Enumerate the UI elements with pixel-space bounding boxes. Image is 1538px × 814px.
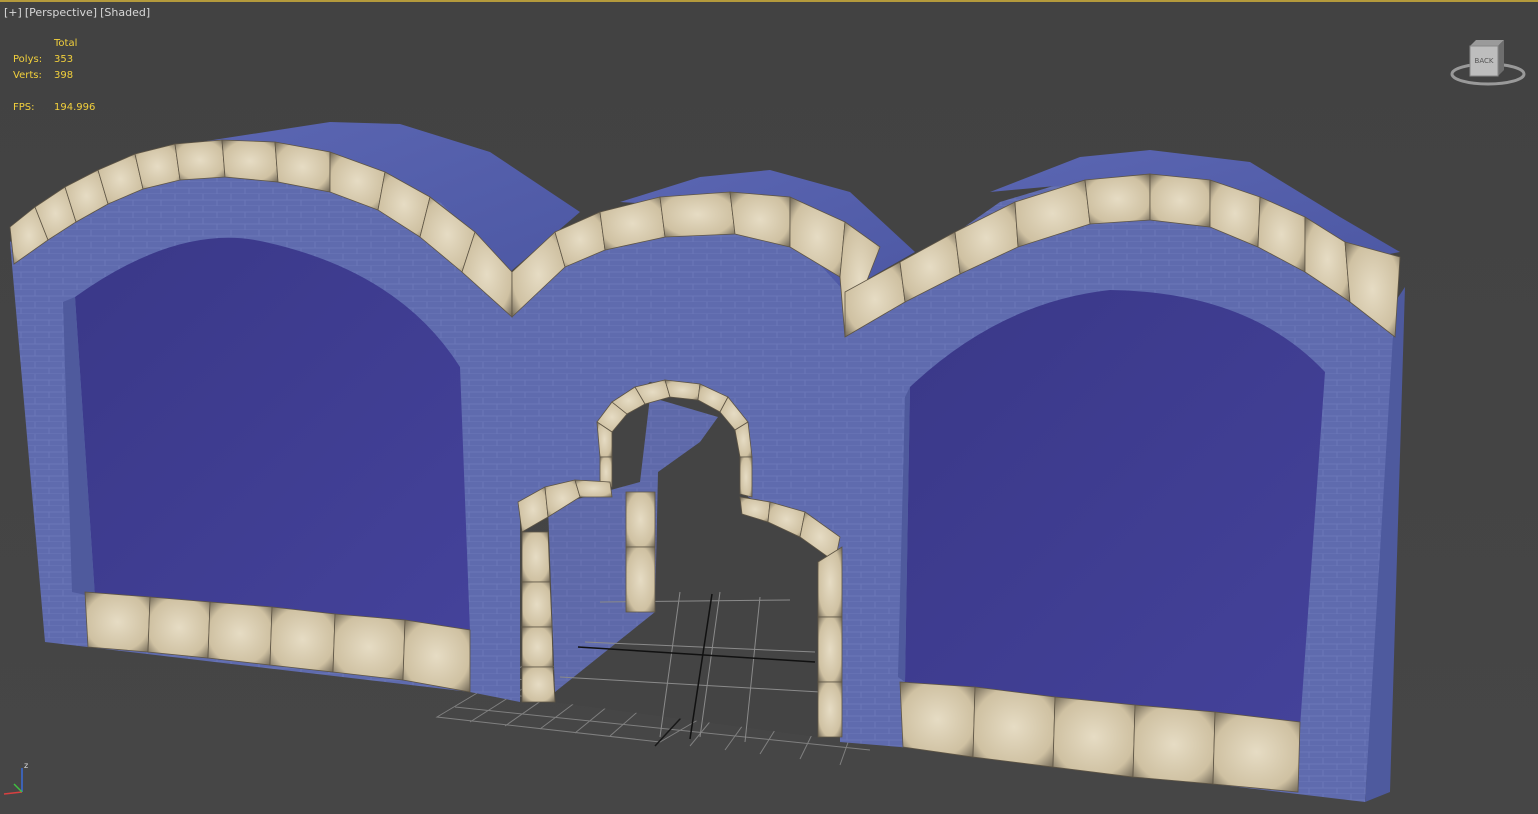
viewcube-face-label: BACK	[1475, 57, 1494, 65]
polys-label: Polys:	[13, 54, 43, 65]
verts-label: Verts:	[13, 70, 42, 81]
axis-z-label: z	[24, 761, 28, 770]
viewport-shading-menu[interactable]: [Shaded]	[100, 6, 150, 19]
verts-value: 398	[54, 70, 74, 81]
statistics-overlay: Total Polys: 353 Verts: 398 FPS: 194.996	[13, 36, 95, 116]
fps-value: 194.996	[54, 102, 96, 113]
stats-fps-row: FPS: 194.996	[13, 100, 95, 116]
viewport-label-menu: [+] [Perspective] [Shaded]	[4, 6, 150, 19]
polys-value: 353	[54, 54, 74, 65]
viewcube[interactable]: BACK	[1446, 36, 1530, 92]
perspective-viewport[interactable]: [+] [Perspective] [Shaded] Total Polys: …	[0, 0, 1538, 814]
stats-verts-row: Verts: 398	[13, 68, 95, 84]
viewport-plus-menu[interactable]: [+]	[4, 6, 22, 19]
right-arch-panel	[905, 290, 1325, 727]
stats-header: Total	[54, 38, 78, 49]
stats-polys-row: Polys: 353	[13, 52, 95, 68]
viewport-view-menu[interactable]: [Perspective]	[25, 6, 97, 19]
axis-tripod: z	[0, 756, 40, 802]
scene-3d-model[interactable]	[0, 2, 1538, 814]
fps-label: FPS:	[13, 102, 35, 113]
